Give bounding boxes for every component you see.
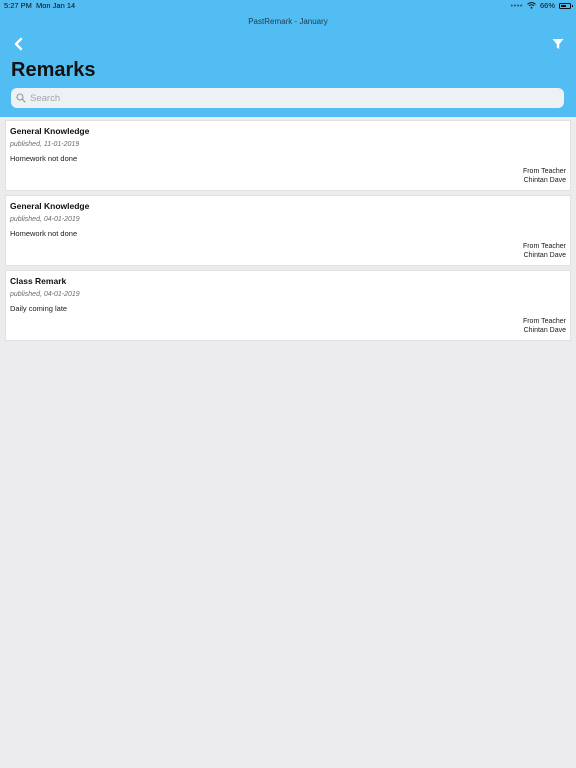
battery-icon	[559, 2, 573, 9]
remark-published-date: published, 11-01-2019	[10, 141, 80, 148]
status-indicators: •••• 66%	[510, 1, 573, 10]
page-title: Remarks	[11, 59, 96, 81]
remark-published-date: published, 04-01-2019	[10, 216, 80, 223]
remark-text: Homework not done	[10, 154, 78, 163]
search-bar[interactable]	[11, 88, 564, 108]
remark-author: From Teacher Chintan Dave	[523, 317, 566, 335]
remark-teacher-name: Chintan Dave	[523, 327, 566, 334]
back-button[interactable]	[11, 36, 27, 52]
remark-teacher-name: Chintan Dave	[523, 177, 566, 184]
remark-text: Homework not done	[10, 229, 78, 238]
remark-card[interactable]: General Knowledge published, 11-01-2019 …	[5, 120, 571, 191]
chevron-left-icon	[14, 37, 23, 51]
header-bar: 5:27 PM Mon Jan 14 •••• 66% PastRemark -…	[0, 0, 576, 117]
status-time: 5:27 PM	[4, 1, 32, 10]
remark-title: General Knowledge	[10, 201, 90, 211]
remark-text: Daily coming late	[10, 304, 68, 313]
remark-title: General Knowledge	[10, 126, 90, 136]
remark-card[interactable]: Class Remark published, 04-01-2019 Daily…	[5, 270, 571, 341]
filter-button[interactable]	[551, 37, 565, 51]
remark-title: Class Remark	[10, 276, 67, 286]
remark-teacher-name: Chintan Dave	[523, 252, 566, 259]
status-date: Mon Jan 14	[36, 1, 76, 10]
remark-from-label: From Teacher	[522, 243, 566, 250]
remarks-list: General Knowledge published, 11-01-2019 …	[5, 120, 571, 345]
filter-icon	[552, 39, 564, 49]
status-bar: 5:27 PM Mon Jan 14 •••• 66%	[0, 0, 576, 14]
remark-author: From Teacher Chintan Dave	[523, 242, 566, 260]
remark-author: From Teacher Chintan Dave	[523, 167, 566, 185]
search-icon	[16, 93, 26, 103]
search-input[interactable]	[30, 92, 530, 104]
remark-published-date: published, 04-01-2019	[10, 291, 80, 298]
remark-from-label: From Teacher	[522, 318, 566, 325]
signal-dots-icon: ••••	[510, 1, 523, 10]
nav-title: PastRemark - January	[248, 17, 328, 26]
battery-level	[561, 4, 567, 7]
battery-percent: 66%	[539, 1, 555, 10]
wifi-icon	[527, 2, 536, 9]
remark-from-label: From Teacher	[522, 168, 566, 175]
remark-card[interactable]: General Knowledge published, 04-01-2019 …	[5, 195, 571, 266]
